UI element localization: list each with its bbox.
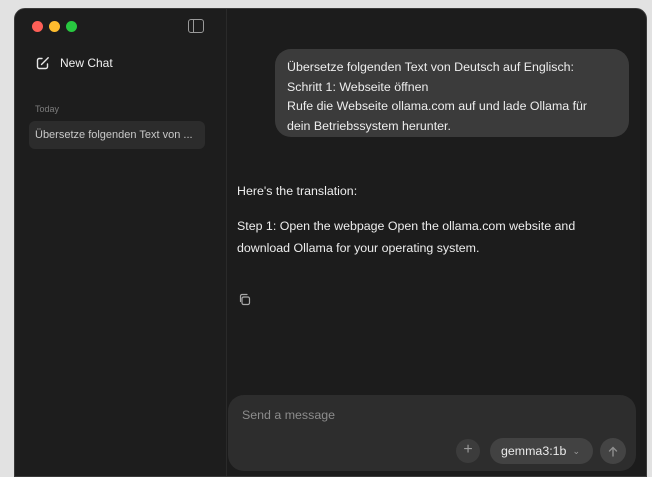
user-message-line: Rufe die Webseite ollama.com auf und lad… — [287, 99, 588, 113]
chat-list-item[interactable]: Übersetze folgenden Text von ... — [29, 121, 205, 149]
section-label-today: Today — [35, 104, 60, 114]
minimize-window-button[interactable] — [49, 21, 60, 32]
assistant-body: Step 1: Open the webpage Open the ollama… — [237, 219, 576, 255]
user-message-line: Übersetze folgenden Text von Deutsch auf… — [287, 60, 574, 74]
arrow-up-icon — [608, 446, 618, 457]
user-message-line: dein Betriebssystem herunter. — [287, 118, 451, 133]
window-controls — [32, 21, 77, 32]
assistant-intro: Here's the translation: — [237, 184, 358, 198]
send-button[interactable] — [600, 438, 626, 464]
chat-main: Übersetze folgenden Text von Deutsch auf… — [228, 9, 646, 476]
model-selector[interactable]: gemma3:1b ⌄ — [490, 438, 593, 464]
new-chat-label: New Chat — [60, 56, 113, 70]
app-window: New Chat Today Übersetze folgenden Text … — [14, 8, 647, 477]
message-input[interactable] — [242, 405, 602, 425]
user-message-bubble: Übersetze folgenden Text von Deutsch auf… — [275, 49, 629, 137]
message-composer: + gemma3:1b ⌄ — [228, 395, 636, 471]
model-name: gemma3:1b — [501, 444, 567, 458]
plus-icon[interactable]: + — [456, 439, 480, 463]
copy-icon[interactable] — [238, 293, 251, 306]
chevron-down-icon: ⌄ — [572, 445, 580, 456]
compose-icon — [36, 57, 49, 70]
sidebar-toggle-icon[interactable] — [188, 19, 204, 33]
close-window-button[interactable] — [32, 21, 43, 32]
user-message-line: Schritt 1: Webseite öffnen — [287, 79, 429, 94]
sidebar: New Chat Today Übersetze folgenden Text … — [15, 9, 227, 476]
assistant-message: Here's the translation: Step 1: Open the… — [237, 183, 617, 259]
new-chat-button[interactable]: New Chat — [36, 56, 113, 70]
zoom-window-button[interactable] — [66, 21, 77, 32]
